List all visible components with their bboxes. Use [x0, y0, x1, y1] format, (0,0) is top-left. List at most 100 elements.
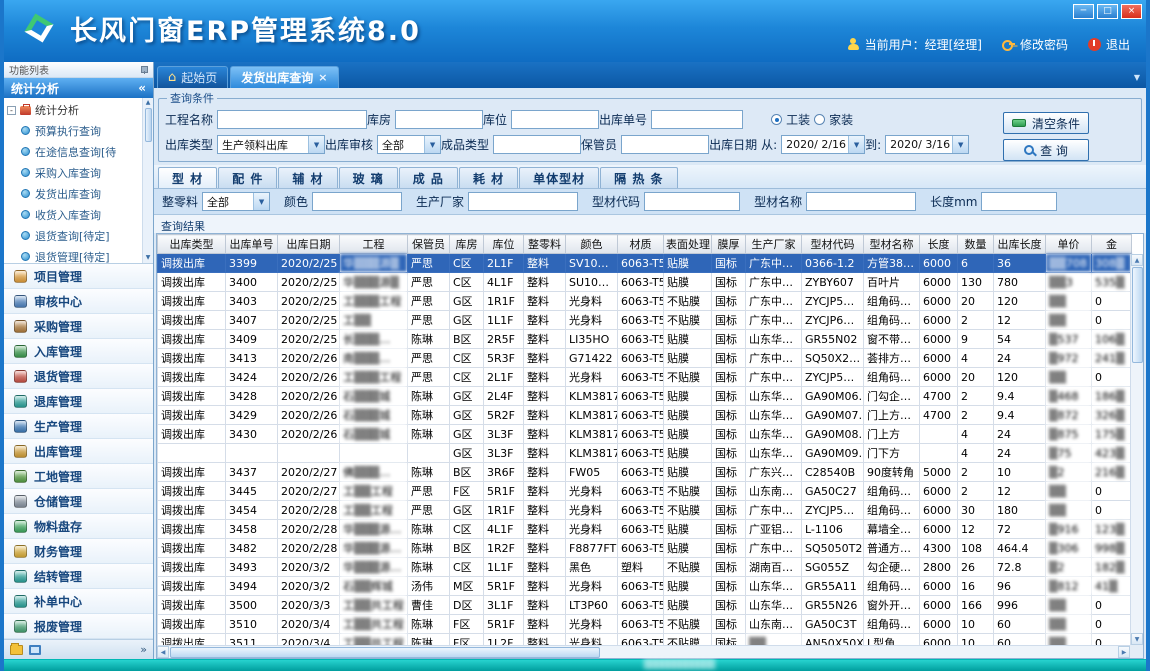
cell[interactable]: 24	[994, 444, 1046, 463]
cell[interactable]: 12	[994, 482, 1046, 501]
cell[interactable]: 陈琳	[408, 558, 450, 577]
column-header[interactable]: 库位	[484, 235, 524, 254]
cell[interactable]: 贴膜	[664, 330, 712, 349]
cell[interactable]: ▒▒	[1046, 292, 1092, 311]
cell[interactable]: 严思	[408, 482, 450, 501]
cell[interactable]: B区	[450, 330, 484, 349]
cell[interactable]: LI35HO	[566, 330, 618, 349]
cell[interactable]: 3445	[226, 482, 278, 501]
cell[interactable]: 整料	[524, 596, 566, 615]
material-tab[interactable]: 型 材	[158, 167, 217, 188]
cell[interactable]: 308▒	[1092, 254, 1132, 273]
cell[interactable]: 3R6F	[484, 463, 524, 482]
table-row[interactable]: 调拨出库34032020/2/25工▒▒▒工程严思G区1R1F整料光身料6063…	[158, 292, 1132, 311]
table-row[interactable]: 调拨出库34292020/2/26石▒▒▒城陈琳G区5R2F整料KLM38176…	[158, 406, 1132, 425]
tree-item[interactable]: 发货出库查询	[4, 183, 142, 204]
cell[interactable]: 整料	[524, 577, 566, 596]
cell[interactable]: 整料	[524, 311, 566, 330]
table-row[interactable]: 调拨出库35102020/3/4工▒▒共工程陈琳F区5R1F整料光身料6063-…	[158, 615, 1132, 634]
cell[interactable]: 整料	[524, 387, 566, 406]
cell[interactable]: G区	[450, 311, 484, 330]
cell[interactable]: 3400	[226, 273, 278, 292]
cell[interactable]: 贴膜	[664, 520, 712, 539]
cell[interactable]: 3424	[226, 368, 278, 387]
table-row[interactable]: 调拨出库34942020/3/2石▒▒辉城汤伟M区5R1F整料光身料6063-T…	[158, 577, 1132, 596]
cell[interactable]: 1R1F	[484, 292, 524, 311]
cell[interactable]: 10	[958, 615, 994, 634]
radio-gongzhuang[interactable]	[771, 114, 782, 125]
cell[interactable]: 186▒	[1092, 387, 1132, 406]
cell[interactable]: 6063-T5	[618, 615, 664, 634]
cell[interactable]	[278, 444, 340, 463]
cell[interactable]: 10	[994, 463, 1046, 482]
cell[interactable]: 工▒▒工程	[340, 501, 408, 520]
cell[interactable]: GA90M09…	[802, 444, 864, 463]
cell[interactable]: ▒468	[1046, 387, 1092, 406]
profile-name-input[interactable]	[806, 192, 916, 211]
cell[interactable]: 山东南…	[746, 482, 802, 501]
cell[interactable]: 广东中…	[746, 254, 802, 273]
cell[interactable]: 3413	[226, 349, 278, 368]
cell[interactable]: 2020/2/25	[278, 273, 340, 292]
cell[interactable]: GA90M06…	[802, 387, 864, 406]
table-row[interactable]: 调拨出库35002020/3/3工▒▒共工程曹佳D区3L1F整料LT3P6060…	[158, 596, 1132, 615]
cell[interactable]: 光身料	[566, 615, 618, 634]
cell[interactable]: 0	[1092, 368, 1132, 387]
cell[interactable]: 国标	[712, 520, 746, 539]
cell[interactable]: 整料	[524, 349, 566, 368]
vertical-scrollbar[interactable]: ▲ ▼	[1130, 254, 1143, 645]
cell[interactable]: 门上方…	[864, 406, 920, 425]
computer-icon[interactable]	[29, 645, 41, 655]
cell[interactable]	[158, 444, 226, 463]
cell[interactable]: 调拨出库	[158, 406, 226, 425]
cell[interactable]: F区	[450, 482, 484, 501]
cell[interactable]: 调拨出库	[158, 292, 226, 311]
cell[interactable]: 4L1F	[484, 520, 524, 539]
cell[interactable]: 2	[958, 387, 994, 406]
cell[interactable]: GA90M07…	[802, 406, 864, 425]
cell[interactable]: ▒916	[1046, 520, 1092, 539]
cell[interactable]: 山东南…	[746, 615, 802, 634]
tab-home[interactable]: ⌂ 起始页	[157, 66, 228, 88]
cell[interactable]: 国标	[712, 368, 746, 387]
cell[interactable]: 3482	[226, 539, 278, 558]
cell[interactable]: 3409	[226, 330, 278, 349]
cell[interactable]: 不贴膜	[664, 615, 712, 634]
cell[interactable]: 6000	[920, 330, 958, 349]
cell[interactable]: 整料	[524, 615, 566, 634]
cell[interactable]: 6063-T5	[618, 539, 664, 558]
cell[interactable]: 241▒	[1092, 349, 1132, 368]
cell[interactable]: 山东华…	[746, 330, 802, 349]
manufacturer-input[interactable]	[468, 192, 578, 211]
table-row[interactable]: 调拨出库34092020/2/25长▒▒▒…陈琳B区2R5F整料LI35HO60…	[158, 330, 1132, 349]
cell[interactable]: B区	[450, 539, 484, 558]
out-type-select[interactable]: 生产领料出库 ▼	[217, 135, 325, 154]
cell[interactable]: 整料	[524, 254, 566, 273]
cell[interactable]: 3L3F	[484, 425, 524, 444]
cell[interactable]: 不贴膜	[664, 292, 712, 311]
cell[interactable]: 2020/2/28	[278, 501, 340, 520]
tree-scrollbar[interactable]: ▲ ▼	[142, 98, 153, 263]
cell[interactable]: ▒▒	[1046, 615, 1092, 634]
cell[interactable]: 6063-T5	[618, 425, 664, 444]
cell[interactable]: 6000	[920, 615, 958, 634]
cell[interactable]: 广亚铝…	[746, 520, 802, 539]
column-header[interactable]: 整零料	[524, 235, 566, 254]
cell[interactable]: 6063-T5	[618, 444, 664, 463]
cell[interactable]: 12	[994, 311, 1046, 330]
cell[interactable]: 石▒▒辉城	[340, 577, 408, 596]
cell[interactable]: 广东中…	[746, 311, 802, 330]
cell[interactable]: ▒872	[1046, 406, 1092, 425]
cell[interactable]: ▒▒	[1046, 596, 1092, 615]
cell[interactable]: 72	[994, 520, 1046, 539]
cell[interactable]: 国标	[712, 501, 746, 520]
table-row[interactable]: 调拨出库34452020/2/27工▒▒工程严思F区5R1F整料光身料6063-…	[158, 482, 1132, 501]
cell[interactable]: 陈琳	[408, 520, 450, 539]
cell[interactable]: 2020/2/27	[278, 482, 340, 501]
cell[interactable]	[920, 425, 958, 444]
cell[interactable]: 2020/3/3	[278, 596, 340, 615]
cell[interactable]: G区	[450, 387, 484, 406]
table-row[interactable]: 调拨出库34302020/2/26石▒▒▒城陈琳G区3L3F整料KLM38176…	[158, 425, 1132, 444]
table-row[interactable]: 调拨出库34002020/2/25华▒▒▒源▒严思C区4L1F整料SU10…60…	[158, 273, 1132, 292]
column-header[interactable]: 数量	[958, 235, 994, 254]
